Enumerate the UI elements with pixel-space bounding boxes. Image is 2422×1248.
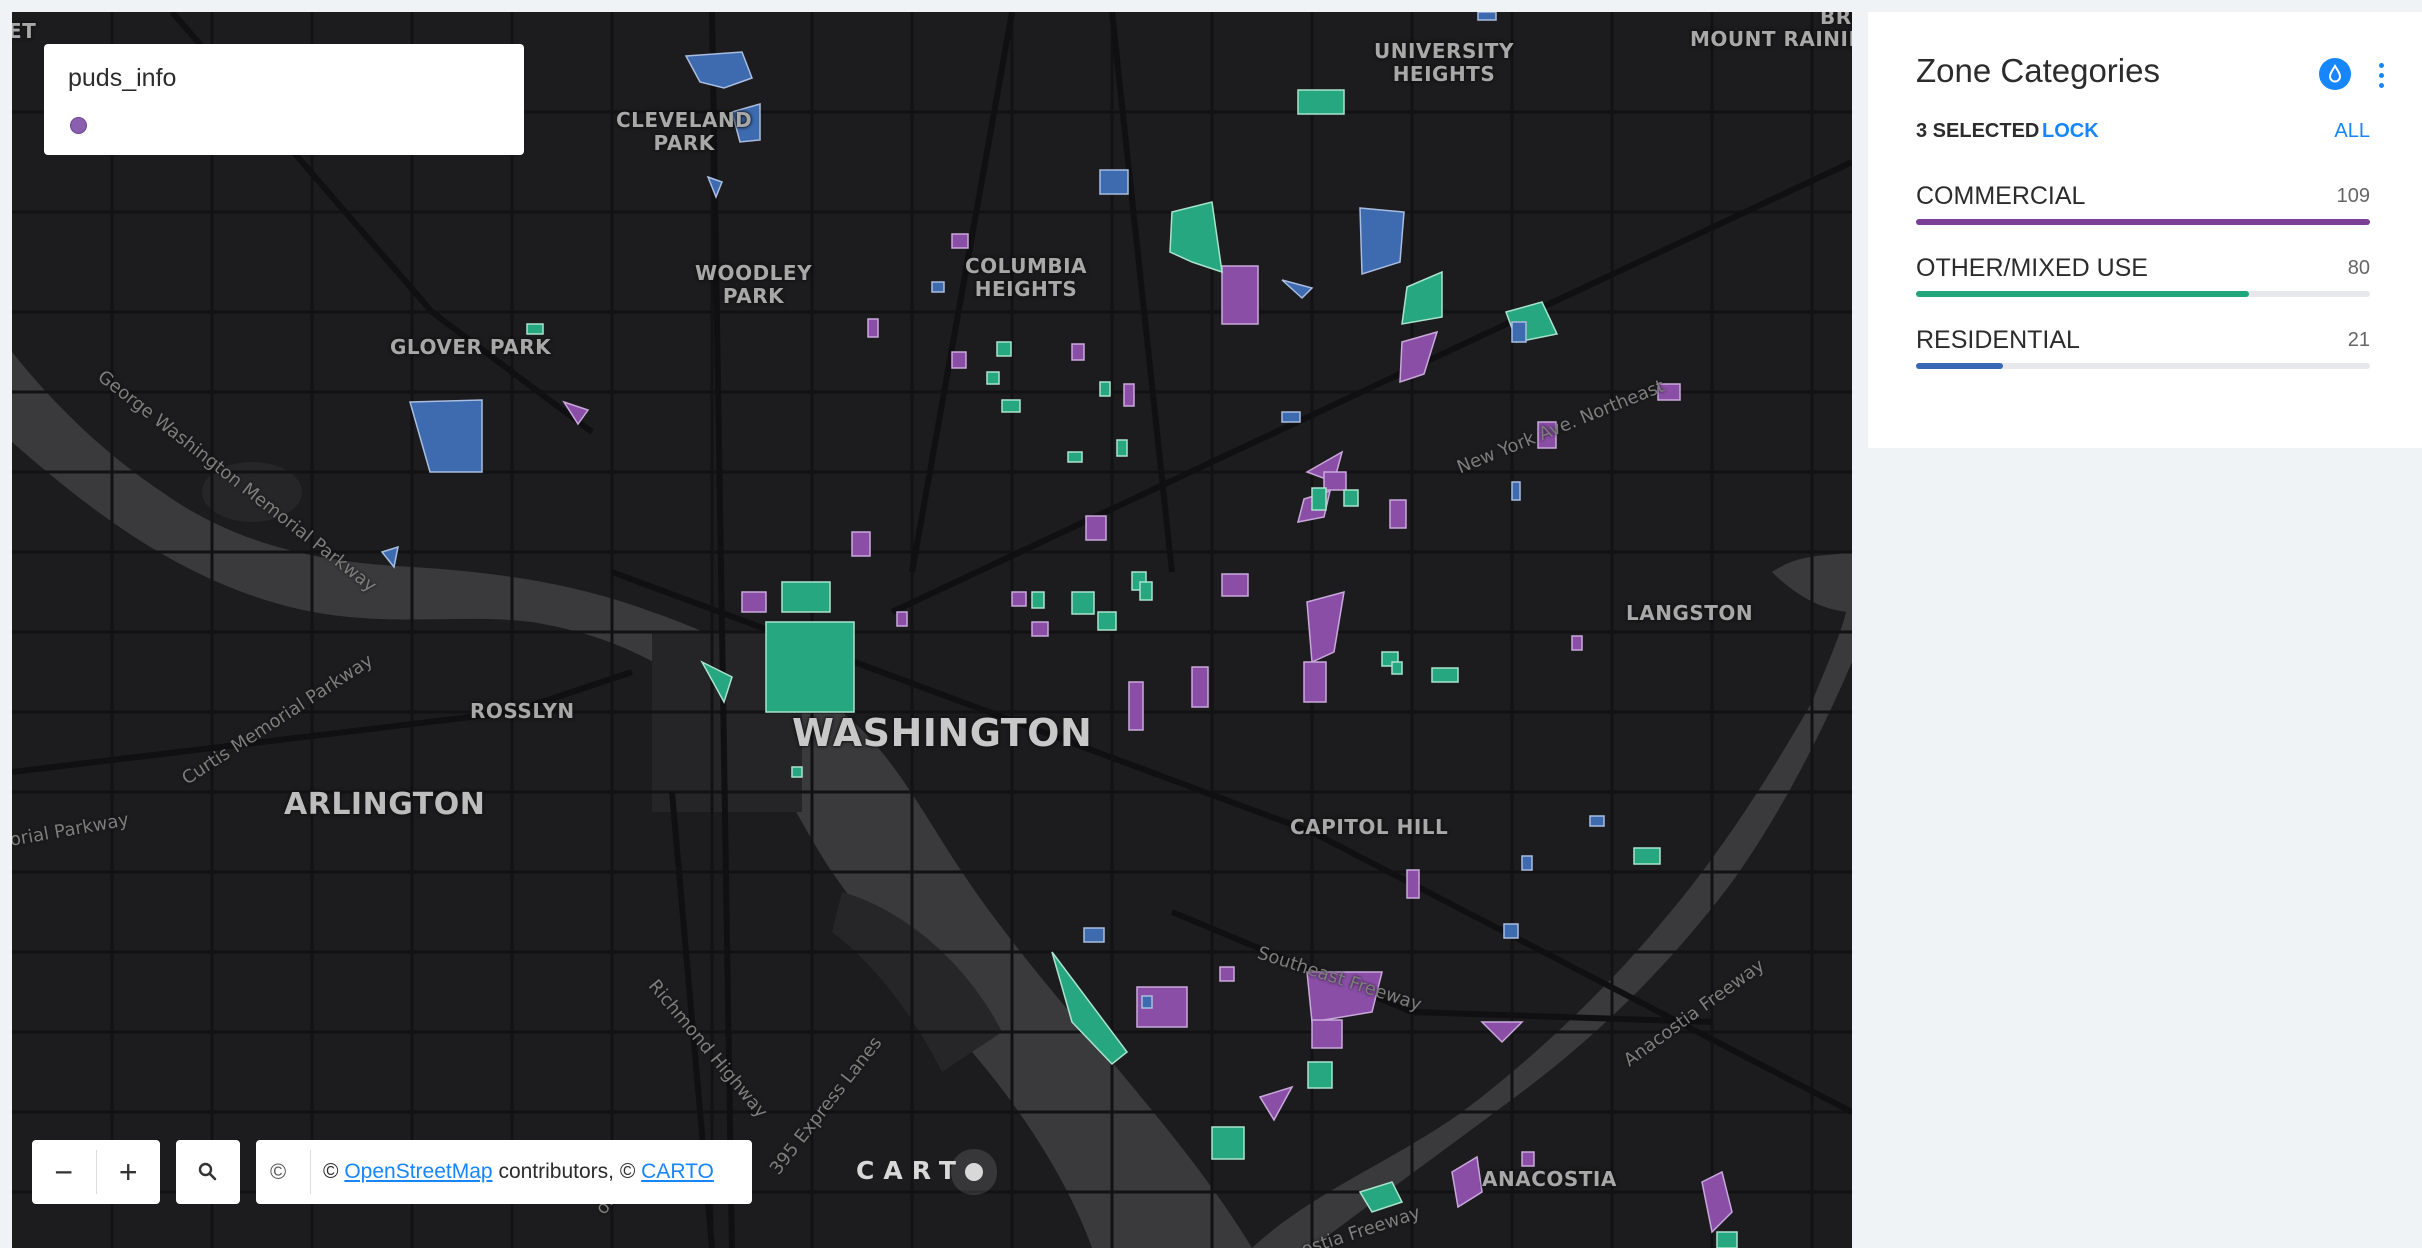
search-icon xyxy=(198,1162,217,1181)
select-all-button[interactable]: ALL xyxy=(2334,120,2370,143)
zoom-out-button[interactable]: − xyxy=(32,1140,96,1204)
label-edge-et: et xyxy=(12,19,37,43)
category-widget: Zone Categories 3 SELECTED LOCK ALL COMM… xyxy=(1868,12,2422,448)
category-count: 80 xyxy=(2347,257,2370,279)
zoom-control: − + xyxy=(32,1140,160,1204)
attribution-divider xyxy=(310,1150,311,1194)
more-menu-icon[interactable] xyxy=(2376,60,2386,94)
basemap xyxy=(12,12,1852,1248)
category-name: RESIDENTIAL xyxy=(1916,326,2080,354)
category-count: 109 xyxy=(2336,185,2370,207)
label-cleveland-park: CLEVELAND PARK xyxy=(616,108,753,155)
legend-title: puds_info xyxy=(68,64,177,92)
attribution-toggle-button[interactable]: © xyxy=(270,1159,300,1185)
map-legend: puds_info xyxy=(44,44,524,155)
attribution: © © OpenStreetMap contributors, © CARTO xyxy=(256,1140,752,1204)
carto-logo-circle-icon xyxy=(964,1163,983,1181)
label-columbia-heights: COLUMBIA HEIGHTS xyxy=(965,254,1088,301)
widget-title: Zone Categories xyxy=(1916,52,2160,89)
color-drop-icon[interactable] xyxy=(2319,58,2351,90)
search-button[interactable] xyxy=(176,1140,240,1204)
legend-dot-icon xyxy=(70,117,87,134)
category-bar-track xyxy=(1916,291,2370,297)
category-bar-track xyxy=(1916,363,2370,369)
carto-link[interactable]: CARTO xyxy=(641,1160,714,1184)
category-bar-track xyxy=(1916,219,2370,225)
label-arlington: ARLINGTON xyxy=(284,787,486,822)
label-capitol-hill: CAPITOL HILL xyxy=(1290,815,1449,839)
category-bar-fill xyxy=(1916,363,2004,369)
selected-count: 3 SELECTED xyxy=(1916,120,2040,142)
label-glover-park: GLOVER PARK xyxy=(390,335,552,359)
category-name: COMMERCIAL xyxy=(1916,182,2086,210)
label-university-heights: UNIVERSITY HEIGHTS xyxy=(1374,39,1514,86)
carto-logo: CART xyxy=(856,1156,983,1185)
label-anacostia: ANACOSTIA xyxy=(1482,1167,1617,1191)
label-edge-bre: Bre xyxy=(1820,12,1852,29)
category-count: 21 xyxy=(2347,329,2370,351)
lock-button[interactable]: LOCK xyxy=(2042,120,2099,143)
label-rosslyn: ROSSLYN xyxy=(470,699,575,723)
zoom-in-button[interactable]: + xyxy=(97,1140,161,1204)
label-woodley-park: WOODLEY PARK xyxy=(695,261,813,308)
osm-link[interactable]: OpenStreetMap xyxy=(344,1160,492,1184)
category-bar-fill xyxy=(1916,291,2250,297)
attribution-prefix: © xyxy=(323,1160,339,1183)
label-mount-rainier: Mount Rainier xyxy=(1690,27,1852,51)
category-bar-fill xyxy=(1916,219,2370,225)
category-name: OTHER/MIXED USE xyxy=(1916,254,2148,282)
label-langston: LANGSTON xyxy=(1626,601,1754,625)
label-washington: WASHINGTON xyxy=(792,711,1093,755)
carto-logo-text: CART xyxy=(856,1156,965,1185)
map[interactable]: UNIVERSITY HEIGHTS CLEVELAND PARK COLUMBIA… xyxy=(12,12,1852,1248)
attribution-middle: contributors, © xyxy=(498,1160,636,1183)
